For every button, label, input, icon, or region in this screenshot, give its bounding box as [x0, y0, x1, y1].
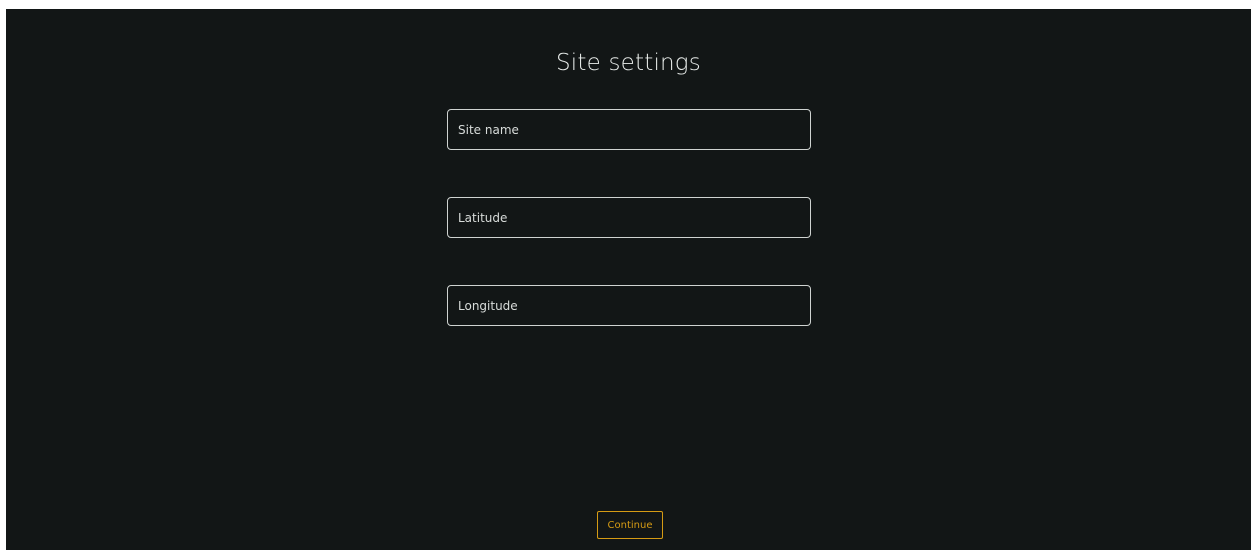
page-title: Site settings	[556, 50, 701, 76]
site-settings-panel: Site settings Continue	[6, 9, 1251, 550]
longitude-input[interactable]	[447, 285, 811, 326]
site-name-input[interactable]	[447, 109, 811, 150]
continue-button[interactable]: Continue	[597, 511, 663, 539]
latitude-input[interactable]	[447, 197, 811, 238]
